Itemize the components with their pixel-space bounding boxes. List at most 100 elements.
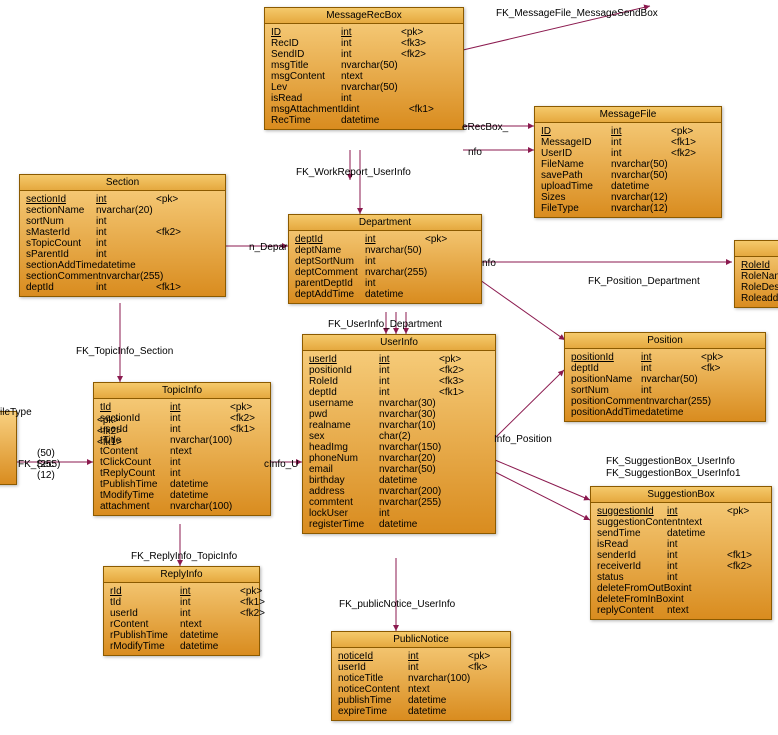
col-type: nvarchar(255) [101, 271, 163, 282]
column-row: (255) [0, 459, 10, 470]
col-type: int [641, 363, 701, 374]
col-name: deptId [571, 363, 641, 374]
col-key [439, 508, 469, 519]
col-name: positionId [309, 365, 379, 376]
col-type: datetime [611, 181, 671, 192]
column-row: RecTimedatetime [271, 115, 457, 126]
col-name: positionId [571, 352, 641, 363]
col-name: status [597, 572, 667, 583]
col-key: <fk2> [727, 561, 757, 572]
col-type: int [180, 586, 240, 597]
col-type: nvarchar(100) [408, 673, 470, 684]
column-row: msgContentntext [271, 71, 457, 82]
column-row: <fk2> [0, 426, 10, 437]
col-name: pwd [309, 409, 379, 420]
entity-body: IDint<pk>MessageIDint<fk1>UserIDint<fk2>… [535, 123, 721, 217]
col-key [468, 684, 498, 695]
col-key [425, 278, 455, 289]
column-row: registerTimedatetime [309, 519, 489, 530]
col-key [240, 619, 270, 630]
col-type: int [365, 234, 425, 245]
column-row: rModifyTimedatetime [110, 641, 253, 652]
col-key [427, 267, 457, 278]
col-name: deptName [295, 245, 365, 256]
col-type: int [170, 468, 230, 479]
entity-title: Department [289, 215, 481, 231]
col-key [97, 470, 127, 481]
column-row: FileNamenvarchar(50) [541, 159, 715, 170]
entity-userinfo: UserInfouserIdint<pk>positionIdint<fk2>R… [302, 334, 496, 534]
col-name: isRead [271, 93, 341, 104]
col-key [401, 115, 431, 126]
col-type: nvarchar(50) [341, 82, 401, 93]
column-row: RoleNamen [741, 271, 778, 282]
entity-body: IDint<pk>RecIDint<fk3>SendIDint<fk2>msgT… [265, 24, 463, 129]
col-key: <pk> [468, 651, 498, 662]
entity-body: positionIdint<pk>deptIdint<fk>positionNa… [565, 349, 765, 421]
col-name: senderId [597, 550, 667, 561]
column-row: RoleIdint<fk3> [309, 376, 489, 387]
fk-label: nfo [482, 258, 496, 269]
fk-label: Info_Position [494, 434, 552, 445]
col-key [156, 216, 186, 227]
column-row: deleteFromOutBoxint [597, 583, 765, 594]
column-row: userIdint<pk> [309, 354, 489, 365]
col-name: deptId [26, 282, 96, 293]
col-name: msgAttachmentId [271, 104, 349, 115]
col-type: nvarchar(10) [379, 420, 439, 431]
col-type: datetime [365, 289, 425, 300]
col-name: sortNum [26, 216, 96, 227]
column-row: lockUserint [309, 508, 489, 519]
col-name: deptComment [295, 267, 365, 278]
column-row: uploadTimedatetime [541, 181, 715, 192]
column-row: sectionIdint<pk> [26, 194, 219, 205]
col-type: int [408, 662, 468, 673]
col-type: nvarchar(255) [365, 267, 427, 278]
col-name: positionName [571, 374, 641, 385]
col-name: noticeContent [338, 684, 408, 695]
entity-body: rIdint<pk>tIdint<fk1>userIdint<fk2>rCont… [104, 583, 259, 655]
col-key: <fk1> [409, 104, 439, 115]
column-row: deptIdint<pk> [295, 234, 475, 245]
col-name: expireTime [338, 706, 408, 717]
col-key [727, 539, 757, 550]
col-key [230, 457, 260, 468]
col-name: suggestionContent [597, 517, 680, 528]
col-name: savePath [541, 170, 611, 181]
col-type: int [365, 278, 425, 289]
fk-label: FK_WorkReport_UserInfo [296, 167, 411, 178]
col-key: <fk2> [401, 49, 431, 60]
column-row: publishTimedatetime [338, 695, 504, 706]
column-row: tModifyTimedatetime [100, 490, 264, 501]
col-type: (50) [37, 448, 97, 459]
col-name: lockUser [309, 508, 379, 519]
col-name: receiverId [597, 561, 667, 572]
column-row: Levnvarchar(50) [271, 82, 457, 93]
col-name: RecID [271, 38, 341, 49]
col-name: userId [110, 608, 180, 619]
column-row: sexchar(2) [309, 431, 489, 442]
col-name: RoleName [741, 271, 778, 282]
col-name: sendTime [597, 528, 667, 539]
col-key [230, 446, 260, 457]
col-name: publishTime [338, 695, 408, 706]
col-key: <fk1> [439, 387, 469, 398]
column-row: addressnvarchar(200) [309, 486, 489, 497]
col-key: <pk> [156, 194, 186, 205]
entity-title: TopicInfo [94, 383, 270, 399]
column-row: phoneNumnvarchar(20) [309, 453, 489, 464]
column-row: attachmentnvarchar(100) [100, 501, 264, 512]
col-key: <fk2> [671, 148, 701, 159]
col-key [163, 271, 193, 282]
entity-title: Section [20, 175, 225, 191]
col-type: int [96, 238, 156, 249]
column-row: rPublishTimedatetime [110, 630, 253, 641]
column-row: (12) [0, 470, 10, 481]
column-row: RoleIdint<pk> [741, 260, 778, 271]
col-type: int [341, 49, 401, 60]
fk-label: n_Depar [249, 242, 287, 253]
column-row: usernamenvarchar(30) [309, 398, 489, 409]
col-key: <pk> [425, 234, 455, 245]
col-key: <fk1> [97, 437, 127, 448]
col-name: RoleaddTime [741, 293, 778, 304]
